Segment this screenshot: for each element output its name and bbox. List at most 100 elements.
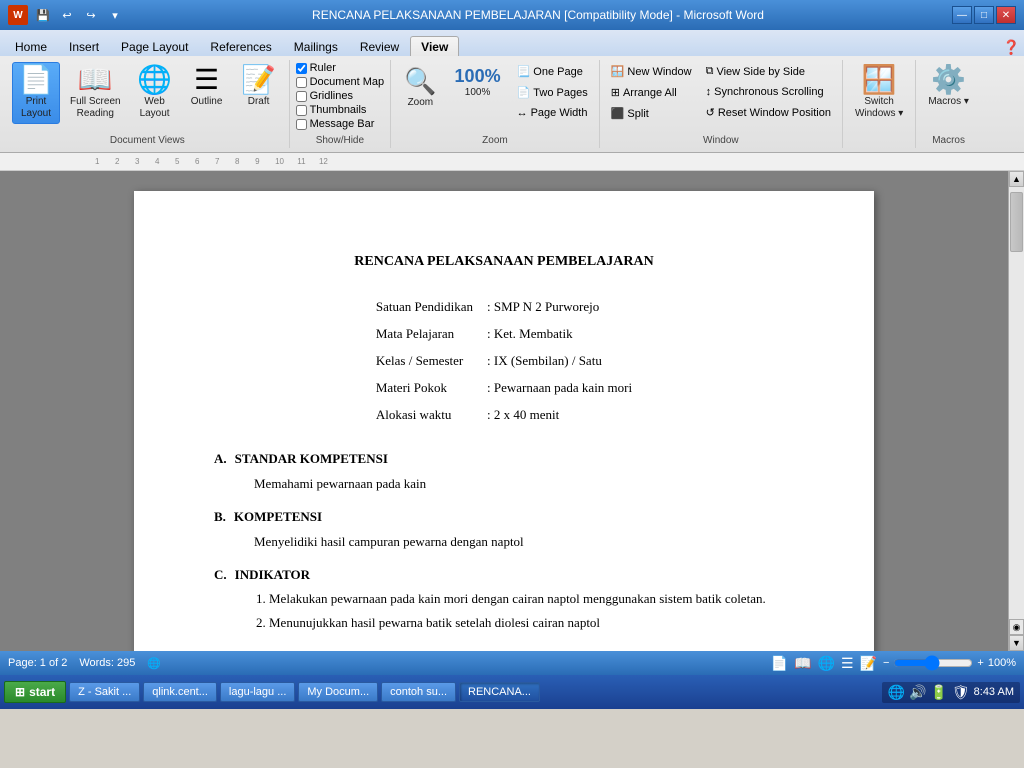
message-bar-checkbox[interactable]: Message Bar — [296, 118, 385, 130]
ruler-horizontal: 1 2 3 4 5 6 7 8 9 10 11 12 — [0, 153, 1024, 171]
language-icon: 🌐 — [147, 657, 161, 670]
quick-access-dropdown[interactable]: ▾ — [106, 6, 124, 24]
page-width-label: Page Width — [531, 107, 588, 119]
full-screen-reading-button[interactable]: 📖 Full ScreenReading — [64, 62, 127, 124]
tray-network-icon[interactable]: 🌐 — [888, 684, 905, 701]
tab-page-layout[interactable]: Page Layout — [110, 36, 199, 56]
tab-view[interactable]: View — [410, 36, 459, 56]
two-pages-label: Two Pages — [533, 87, 587, 99]
view-outline-btn[interactable]: ☰ — [841, 655, 854, 672]
zoom-button[interactable]: 🔍 Zoom — [397, 62, 443, 112]
zoom-slider-input[interactable] — [893, 655, 973, 671]
macros-button[interactable]: ⚙️ Macros ▾ — [922, 62, 975, 112]
field-value-5: : 2 x 40 menit — [481, 403, 638, 428]
quick-access-undo[interactable]: ↩ — [58, 6, 76, 24]
outline-icon: ☰ — [194, 66, 219, 94]
taskbar: ⊞ start Z - Sakit ... qlink.cent... lagu… — [0, 675, 1024, 709]
title-bar: W 💾 ↩ ↪ ▾ RENCANA PELAKSANAAN PEMBELAJAR… — [0, 0, 1024, 30]
zoom-control[interactable]: − + 100% — [883, 655, 1016, 671]
close-button[interactable]: ✕ — [996, 6, 1016, 24]
view-full-screen-btn[interactable]: 📖 — [794, 655, 811, 672]
field-value-3: : IX (Sembilan) / Satu — [481, 349, 638, 374]
tab-insert[interactable]: Insert — [58, 36, 110, 56]
section-c: C. INDIKATOR Melakukan pewarnaan pada ka… — [214, 565, 794, 634]
document-map-checkbox[interactable]: Document Map — [296, 76, 385, 88]
scroll-thumb[interactable] — [1010, 192, 1023, 252]
draft-button[interactable]: 📝 Draft — [235, 62, 283, 112]
zoom-out-btn[interactable]: − — [883, 657, 889, 669]
group-zoom-label: Zoom — [482, 133, 508, 146]
switch-windows-button[interactable]: 🪟 SwitchWindows ▾ — [849, 62, 909, 124]
maximize-button[interactable]: □ — [974, 6, 994, 24]
zoom-in-btn[interactable]: + — [977, 657, 983, 669]
new-window-button[interactable]: 🪟 New Window — [606, 62, 697, 81]
view-side-by-side-button[interactable]: ⧉ View Side by Side — [701, 62, 836, 81]
tab-mailings[interactable]: Mailings — [283, 36, 349, 56]
view-side-icon: ⧉ — [706, 65, 714, 78]
taskbar-item-3[interactable]: My Docum... — [298, 682, 378, 702]
vertical-scrollbar[interactable]: ▲ ◉ ▼ — [1008, 171, 1024, 651]
field-label-2: Mata Pelajaran — [370, 322, 479, 347]
two-pages-button[interactable]: 📄 Two Pages — [512, 83, 593, 102]
zoom-icon: 🔍 — [404, 66, 436, 97]
macros-label: Macros ▾ — [928, 96, 969, 108]
zoom-options: 📃 One Page 📄 Two Pages ↔ Page Width — [512, 62, 593, 122]
one-page-button[interactable]: 📃 One Page — [512, 62, 593, 81]
tray-battery-icon[interactable]: 🔋 — [930, 684, 947, 701]
app-icon: W — [8, 5, 28, 25]
taskbar-item-2[interactable]: lagu-lagu ... — [220, 682, 295, 702]
tab-references[interactable]: References — [199, 36, 282, 56]
web-layout-button[interactable]: 🌐 WebLayout — [131, 62, 179, 124]
synchronous-scrolling-button[interactable]: ↕ Synchronous Scrolling — [701, 83, 836, 101]
document-scroll[interactable]: RENCANA PELAKSANAAN PEMBELAJARAN Satuan … — [0, 171, 1008, 651]
windows-icon: ⊞ — [15, 685, 25, 699]
view-web-btn[interactable]: 🌐 — [818, 655, 835, 672]
taskbar-item-4[interactable]: contoh su... — [381, 682, 456, 702]
section-c-letter: C. — [214, 565, 227, 586]
split-button[interactable]: ⬛ Split — [606, 104, 697, 123]
clock: 8:43 AM — [974, 686, 1014, 698]
document-area: RENCANA PELAKSANAAN PEMBELAJARAN Satuan … — [0, 171, 1024, 651]
scroll-up-button[interactable]: ▲ — [1009, 171, 1024, 187]
taskbar-item-0[interactable]: Z - Sakit ... — [69, 682, 140, 702]
document-fields: Satuan Pendidikan : SMP N 2 Purworejo Ma… — [368, 293, 640, 429]
ruler-checkbox[interactable]: Ruler — [296, 62, 385, 74]
group-document-views: 📄 PrintLayout 📖 Full ScreenReading 🌐 Web… — [6, 60, 290, 148]
new-window-icon: 🪟 — [611, 65, 625, 78]
taskbar-item-1[interactable]: qlink.cent... — [143, 682, 217, 702]
print-layout-icon: 📄 — [19, 66, 54, 94]
split-icon: ⬛ — [611, 107, 625, 120]
taskbar-item-5[interactable]: RENCANA... — [459, 682, 540, 702]
group-macros-label: Macros — [932, 133, 965, 146]
arrange-all-button[interactable]: ⊞ Arrange All — [606, 83, 697, 102]
quick-access-redo[interactable]: ↪ — [82, 6, 100, 24]
group-show-hide-label: Show/Hide — [316, 133, 364, 146]
tab-home[interactable]: Home — [4, 36, 58, 56]
start-button[interactable]: ⊞ start — [4, 681, 66, 703]
quick-access-save[interactable]: 💾 — [34, 6, 52, 24]
minimize-button[interactable]: — — [952, 6, 972, 24]
reset-window-position-button[interactable]: ↺ Reset Window Position — [701, 103, 836, 122]
help-icon[interactable]: ❓ — [1003, 39, 1020, 56]
zoom-100-button[interactable]: 100% 100% — [448, 62, 508, 102]
outline-button[interactable]: ☰ Outline — [183, 62, 231, 112]
page-width-button[interactable]: ↔ Page Width — [512, 104, 593, 122]
tray-security-icon[interactable]: 🛡 — [952, 684, 970, 701]
browse-object-button[interactable]: ◉ — [1009, 619, 1024, 635]
thumbnails-checkbox[interactable]: Thumbnails — [296, 104, 385, 116]
new-window-label: New Window — [627, 66, 691, 78]
scroll-down-button[interactable]: ▼ — [1009, 635, 1024, 651]
tray-volume-icon[interactable]: 🔊 — [909, 684, 926, 701]
zoom-100-label: 100% — [465, 87, 491, 98]
view-draft-btn[interactable]: 📝 — [860, 655, 877, 672]
tab-review[interactable]: Review — [349, 36, 410, 56]
window-title: RENCANA PELAKSANAAN PEMBELAJARAN [Compat… — [312, 8, 764, 22]
gridlines-checkbox[interactable]: Gridlines — [296, 90, 385, 102]
view-print-layout-btn[interactable]: 📄 — [771, 655, 788, 672]
one-page-label: One Page — [533, 66, 583, 78]
section-d-heading: TUJUAN PEMBELAJARAN — [235, 646, 399, 651]
scroll-track[interactable] — [1009, 187, 1024, 619]
outline-label: Outline — [191, 96, 223, 108]
print-layout-button[interactable]: 📄 PrintLayout — [12, 62, 60, 124]
group-zoom: 🔍 Zoom 100% 100% 📃 One Page 📄 Two Pages — [391, 60, 600, 148]
